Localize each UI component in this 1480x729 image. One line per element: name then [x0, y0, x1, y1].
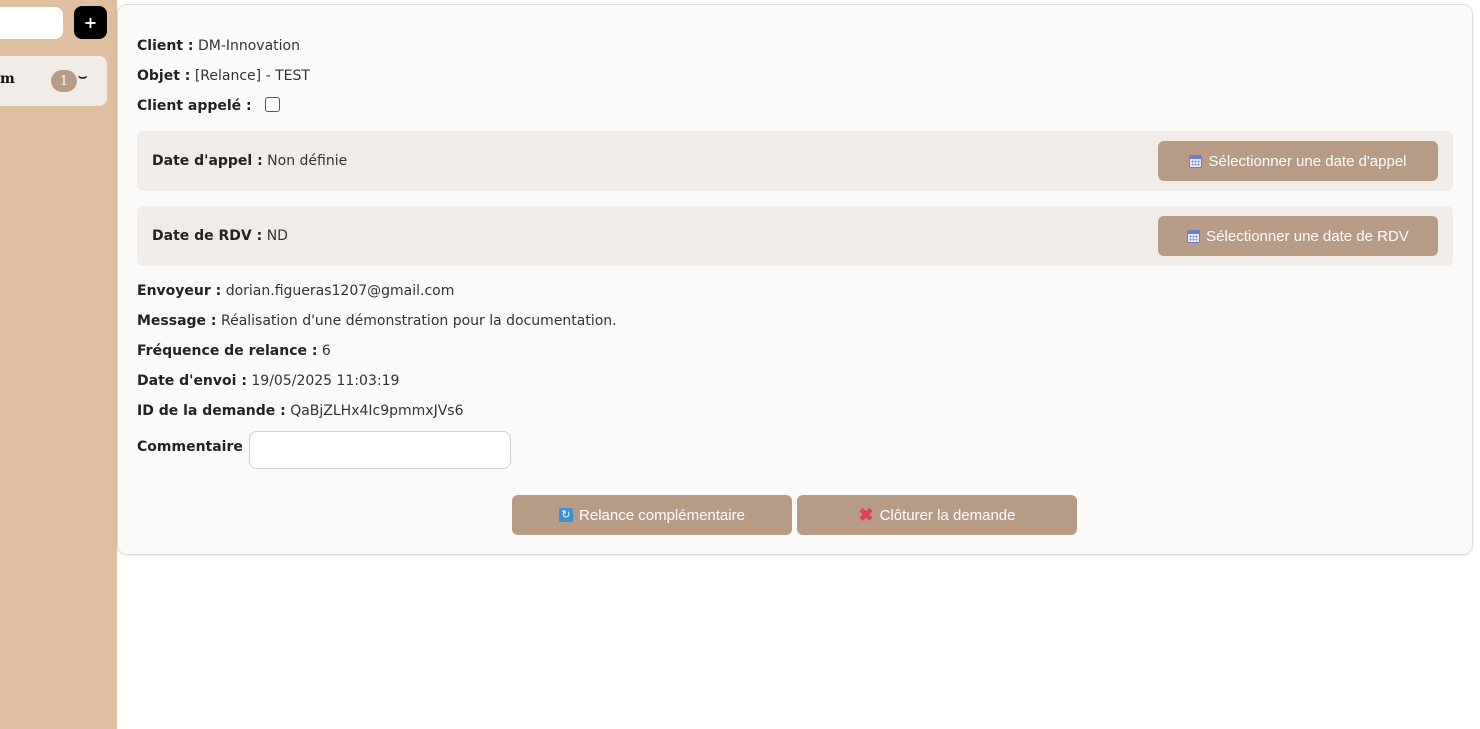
- add-button[interactable]: +: [74, 6, 107, 39]
- message-value: Réalisation d'une démonstration pour la …: [220, 313, 617, 329]
- sidebar: + m 1 ⌣: [0, 0, 117, 729]
- commentaire-label: Commentaire :: [137, 439, 254, 455]
- sidebar-item-label: m: [0, 71, 15, 87]
- date-rdv-row: Date de RDV : ND: [152, 226, 288, 246]
- id-row: ID de la demande : QaBjZLHx4Ic9pmmxJVs6: [137, 401, 463, 421]
- id-label: ID de la demande :: [137, 403, 286, 419]
- date-envoi-row: Date d'envoi : 19/05/2025 11:03:19: [137, 371, 399, 391]
- select-date-rdv-button[interactable]: Sélectionner une date de RDV: [1158, 216, 1438, 256]
- select-date-appel-label: Sélectionner une date d'appel: [1208, 152, 1407, 170]
- sidebar-item[interactable]: m 1 ⌣: [0, 56, 107, 106]
- client-row: Client : DM-Innovation: [137, 36, 300, 56]
- sidebar-search-input[interactable]: [0, 7, 63, 39]
- date-envoi-value: 19/05/2025 11:03:19: [251, 373, 400, 389]
- frequence-row: Fréquence de relance : 6: [137, 341, 331, 361]
- date-appel-value: Non définie: [267, 153, 348, 169]
- objet-label: Objet :: [137, 68, 191, 84]
- select-date-appel-button[interactable]: Sélectionner une date d'appel: [1158, 141, 1438, 181]
- close-icon: ✖: [858, 505, 874, 525]
- message-label: Message :: [137, 313, 217, 329]
- relance-label: Relance complémentaire: [579, 506, 745, 524]
- client-appele-label: Client appelé :: [137, 98, 252, 114]
- objet-row: Objet : [Relance] - TEST: [137, 66, 310, 86]
- frequence-label: Fréquence de relance :: [137, 343, 318, 359]
- message-row: Message : Réalisation d'une démonstratio…: [137, 311, 617, 331]
- calendar-icon: [1189, 154, 1203, 168]
- count-badge: 1: [51, 70, 77, 92]
- calendar-icon: [1187, 229, 1201, 243]
- chevron-down-icon[interactable]: ⌣: [78, 69, 87, 85]
- date-rdv-panel: Date de RDV : ND Sélectionner une date d…: [137, 206, 1453, 266]
- date-envoi-label: Date d'envoi :: [137, 373, 247, 389]
- date-appel-label: Date d'appel :: [152, 153, 263, 169]
- cloturer-button[interactable]: ✖ Clôturer la demande: [797, 495, 1077, 535]
- date-rdv-value: ND: [266, 228, 288, 244]
- date-appel-row: Date d'appel : Non définie: [152, 151, 347, 171]
- commentaire-row: Commentaire :: [137, 437, 253, 457]
- commentaire-input[interactable]: [249, 431, 511, 469]
- select-date-rdv-label: Sélectionner une date de RDV: [1206, 227, 1409, 245]
- relance-button[interactable]: ↻ Relance complémentaire: [512, 495, 792, 535]
- client-appele-row: Client appelé :: [137, 96, 281, 116]
- client-label: Client :: [137, 38, 194, 54]
- id-value: QaBjZLHx4Ic9pmmxJVs6: [290, 403, 464, 419]
- frequence-value: 6: [321, 343, 331, 359]
- envoyeur-row: Envoyeur : dorian.figueras1207@gmail.com: [137, 281, 454, 301]
- date-rdv-label: Date de RDV :: [152, 228, 263, 244]
- cloturer-label: Clôturer la demande: [879, 506, 1016, 524]
- client-appele-checkbox[interactable]: [265, 97, 281, 112]
- envoyeur-value: dorian.figueras1207@gmail.com: [225, 283, 455, 299]
- date-appel-panel: Date d'appel : Non définie Sélectionner …: [137, 131, 1453, 191]
- request-detail-card: Client : DM-Innovation Objet : [Relance]…: [117, 4, 1473, 555]
- envoyeur-label: Envoyeur :: [137, 283, 222, 299]
- objet-value: [Relance] - TEST: [194, 68, 310, 84]
- client-value: DM-Innovation: [197, 38, 300, 54]
- refresh-icon: ↻: [559, 508, 574, 522]
